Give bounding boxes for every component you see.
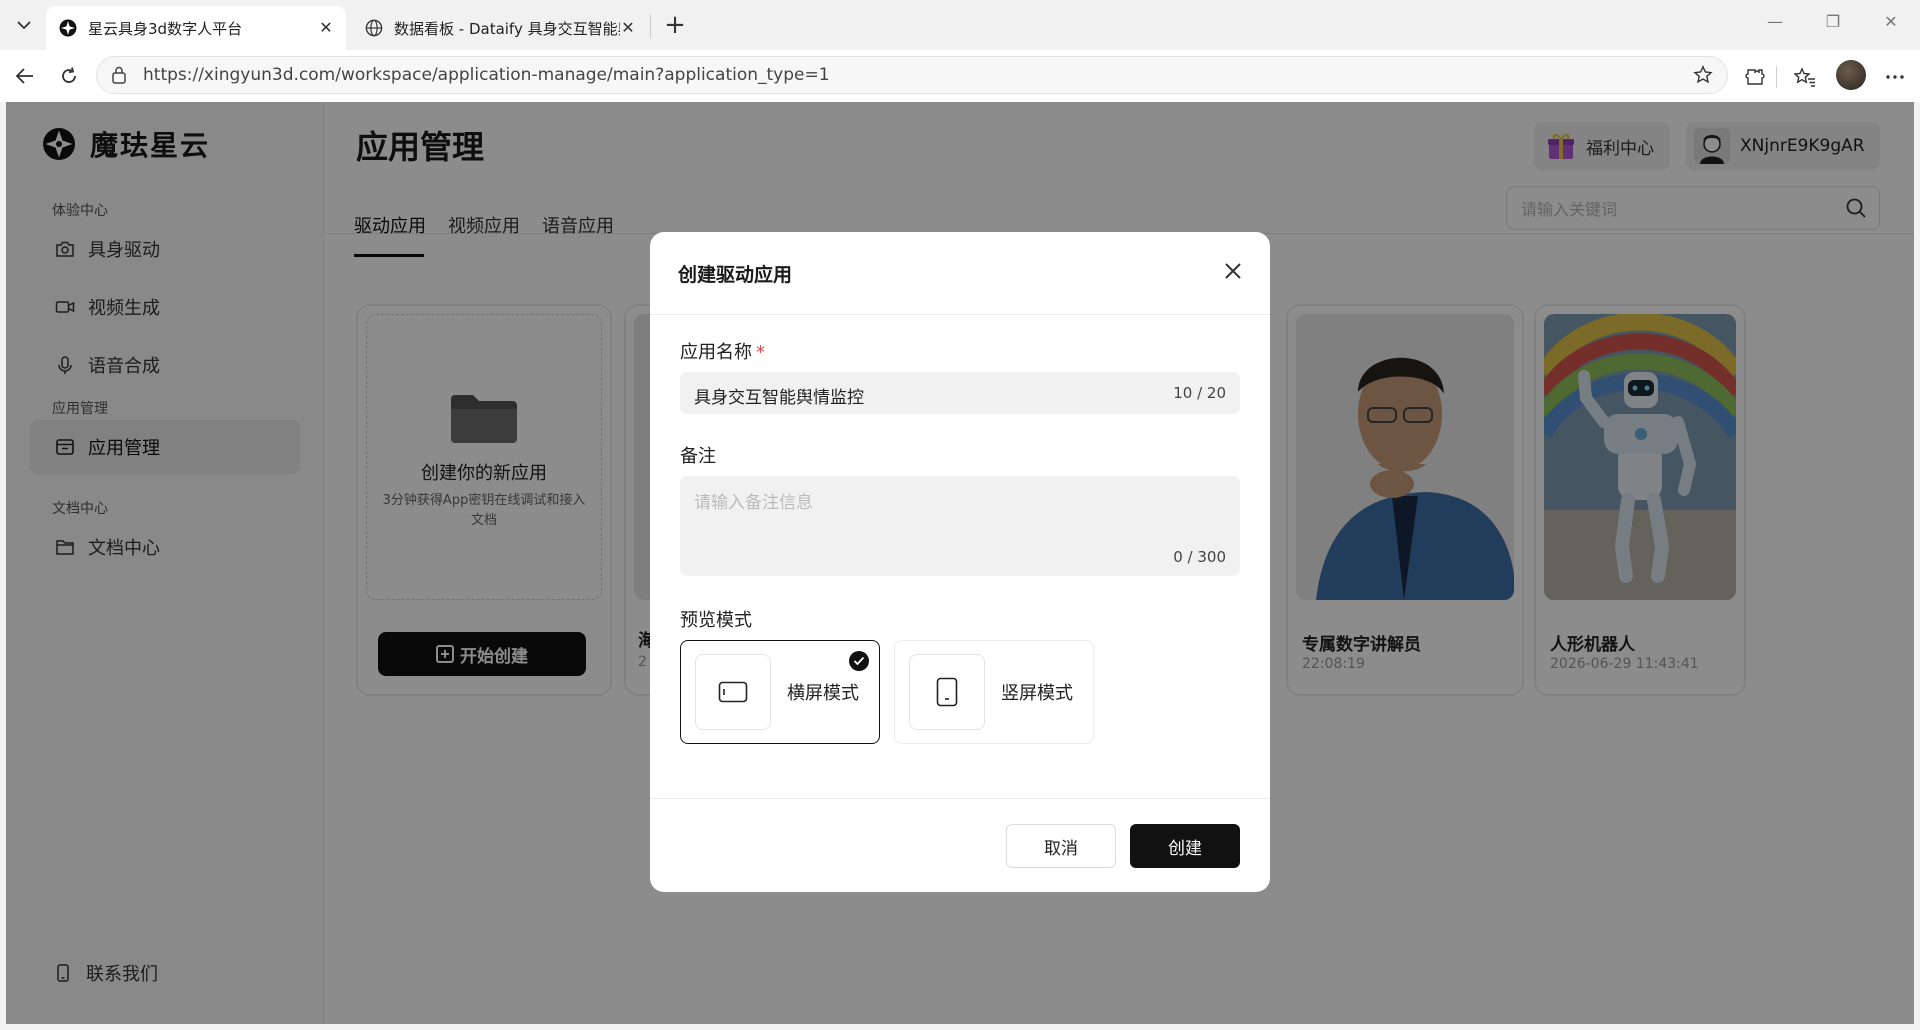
landscape-mode-option[interactable]: 横屏模式 xyxy=(680,640,880,744)
modal-footer-divider xyxy=(650,798,1270,799)
site-logo-icon xyxy=(58,18,78,38)
app-name-value: 具身交互智能舆情监控 xyxy=(694,388,864,408)
url-text: https://xingyun3d.com/workspace/applicat… xyxy=(143,65,830,85)
landscape-mode-label: 横屏模式 xyxy=(787,683,859,704)
toolbar-separator xyxy=(1776,66,1777,88)
tab-title: 星云具身3d数字人平台 xyxy=(88,19,243,38)
extensions-icon[interactable] xyxy=(1742,64,1768,90)
close-icon[interactable] xyxy=(1222,260,1244,282)
remark-textarea[interactable]: 请输入备注信息 0 / 300 xyxy=(680,476,1240,576)
back-icon[interactable] xyxy=(10,62,40,90)
portrait-mode-label: 竖屏模式 xyxy=(1001,683,1073,704)
cancel-button[interactable]: 取消 xyxy=(1006,824,1116,868)
create-button[interactable]: 创建 xyxy=(1130,824,1240,868)
tab-title: 数据看板 - Dataify 具身交互智能舆 xyxy=(394,19,620,38)
more-menu-icon[interactable] xyxy=(1882,64,1908,90)
remark-label: 备注 xyxy=(680,446,716,467)
app-name-label-text: 应用名称 xyxy=(680,342,752,363)
create-drive-app-modal: 创建驱动应用 应用名称 * 具身交互智能舆情监控 10 / 20 备注 请输入备注… xyxy=(650,232,1270,892)
portrait-icon xyxy=(909,654,985,730)
favorites-icon[interactable] xyxy=(1792,64,1818,90)
close-tab-icon[interactable]: ✕ xyxy=(620,20,636,36)
favorite-star-icon[interactable] xyxy=(1693,65,1713,90)
app-name-label: 应用名称 * xyxy=(680,338,765,364)
remark-placeholder: 请输入备注信息 xyxy=(694,493,813,513)
browser-tab-inactive[interactable]: 数据看板 - Dataify 具身交互智能舆 ✕ xyxy=(352,6,648,50)
tab-list-chevron-icon[interactable] xyxy=(10,12,38,38)
app-name-char-count: 10 / 20 xyxy=(1173,384,1226,402)
browser-tab-bar: 星云具身3d数字人平台 ✕ 数据看板 - Dataify 具身交互智能舆 ✕ +… xyxy=(0,0,1920,50)
minimize-icon[interactable]: — xyxy=(1760,12,1790,31)
selected-check-icon xyxy=(849,651,869,671)
window-close-icon[interactable]: ✕ xyxy=(1876,12,1906,31)
globe-icon xyxy=(364,18,384,38)
landscape-icon xyxy=(695,654,771,730)
site-info-icon[interactable] xyxy=(111,66,131,84)
close-tab-icon[interactable]: ✕ xyxy=(318,20,334,36)
browser-tab-active[interactable]: 星云具身3d数字人平台 ✕ xyxy=(46,6,346,50)
remark-char-count: 0 / 300 xyxy=(1173,548,1226,566)
restore-icon[interactable]: ❐ xyxy=(1818,12,1848,31)
app-name-input[interactable]: 具身交互智能舆情监控 10 / 20 xyxy=(680,372,1240,414)
profile-avatar[interactable] xyxy=(1836,60,1866,90)
modal-header-divider xyxy=(650,314,1270,315)
portrait-mode-option[interactable]: 竖屏模式 xyxy=(894,640,1094,744)
preview-mode-label: 预览模式 xyxy=(680,610,752,631)
address-bar[interactable]: https://xingyun3d.com/workspace/applicat… xyxy=(96,56,1728,94)
new-tab-icon[interactable]: + xyxy=(660,12,690,40)
reload-icon[interactable] xyxy=(54,62,84,90)
required-asterisk: * xyxy=(756,342,765,363)
tab-separator xyxy=(650,14,651,38)
modal-title: 创建驱动应用 xyxy=(678,264,793,286)
browser-toolbar: https://xingyun3d.com/workspace/applicat… xyxy=(0,50,1920,102)
